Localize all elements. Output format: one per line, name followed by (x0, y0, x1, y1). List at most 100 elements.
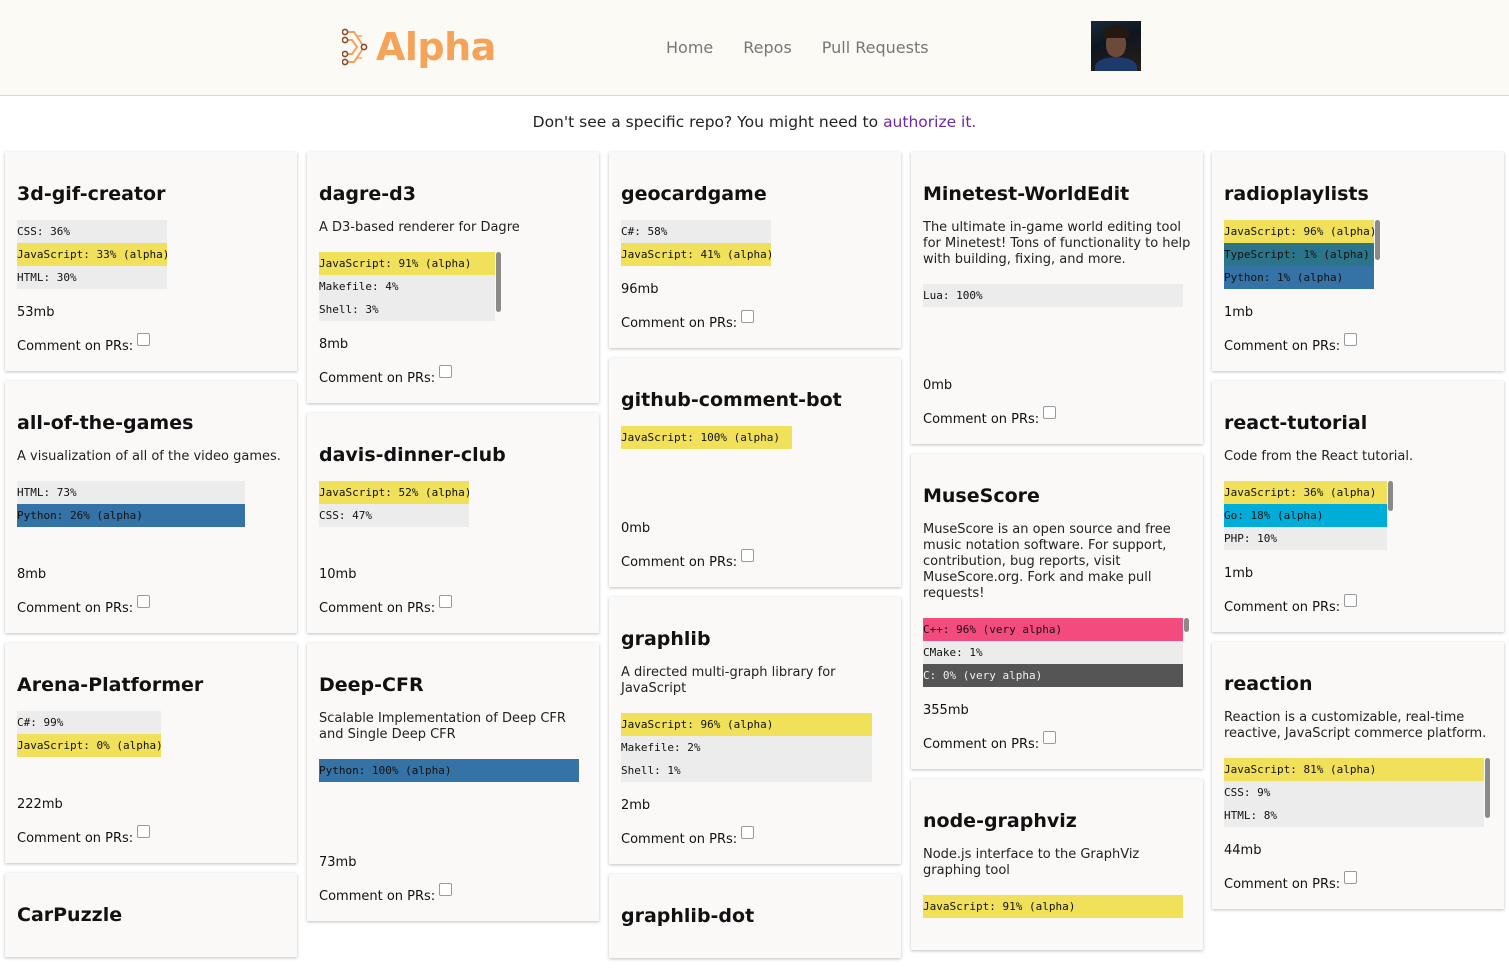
comment-on-prs-checkbox[interactable] (1043, 731, 1057, 744)
comment-on-prs-checkbox[interactable] (439, 883, 453, 896)
repo-name[interactable]: CarPuzzle (17, 903, 285, 927)
repo-description: A D3-based renderer for Dagre (319, 220, 520, 235)
repo-size: 1mb (1224, 566, 1254, 581)
language-bar: JavaScript: 52% (alpha) (319, 481, 471, 504)
repo-name[interactable]: all-of-the-games (17, 411, 285, 435)
language-list: Python: 100% (alpha) (319, 759, 579, 782)
repo-name[interactable]: MuseScore (923, 484, 1191, 508)
language-bar: JavaScript: 91% (alpha) (319, 252, 495, 275)
language-bar: JavaScript: 96% (alpha) (1224, 220, 1376, 243)
repo-description: The ultimate in-game world editing tool … (923, 220, 1191, 267)
language-list: HTML: 73% Python: 26% (alpha) (17, 481, 245, 527)
language-list: JavaScript: 36% (alpha) Go: 18% (alpha) PH… (1224, 481, 1393, 550)
language-bar: Go: 18% (alpha) (1224, 504, 1387, 527)
repo-description: Code from the React tutorial. (1224, 449, 1414, 464)
comment-on-prs-label: Comment on PRs: (621, 555, 738, 570)
comment-on-prs-checkbox[interactable] (741, 549, 755, 562)
repo-size: 0mb (621, 521, 651, 536)
comment-on-prs-checkbox[interactable] (1344, 594, 1358, 607)
repo-size: 73mb (319, 855, 357, 870)
language-bar: CSS: 9% (1224, 781, 1484, 804)
comment-on-prs-checkbox[interactable] (1344, 333, 1358, 346)
language-list: C++: 96% (very alpha) CMake: 1% C: 0% (ver… (923, 618, 1189, 687)
repo-name[interactable]: react-tutorial (1224, 411, 1492, 435)
card-spacer (17, 543, 285, 567)
language-bar: CSS: 47% (319, 504, 469, 527)
language-bar: C#: 58% (621, 220, 771, 243)
language-scrollbar[interactable] (1388, 481, 1393, 511)
language-bar: HTML: 30% (17, 266, 167, 289)
repo-card: dagre-d3 A D3-based renderer for Dagre Jav… (307, 152, 599, 403)
repo-card: react-tutorial Code from the React tutori… (1212, 381, 1504, 632)
repo-name[interactable]: geocardgame (621, 182, 889, 206)
comment-on-prs-checkbox[interactable] (137, 825, 151, 838)
repo-name[interactable]: graphlib (621, 627, 889, 651)
language-bar: CSS: 36% (17, 220, 167, 243)
language-list: JavaScript: 52% (alpha) CSS: 47% (319, 481, 471, 527)
avatar-hair (1103, 26, 1129, 38)
comment-on-prs-checkbox[interactable] (741, 826, 755, 839)
repo-card: graphlib A directed multi-graph library f… (609, 597, 901, 864)
repo-name[interactable]: davis-dinner-club (319, 443, 587, 467)
repo-name[interactable]: github-comment-bot (621, 388, 889, 412)
repo-column: radioplaylists JavaScript: 96% (alpha) Typ… (1212, 152, 1504, 919)
comment-on-prs: Comment on PRs: (923, 406, 1191, 428)
language-bar: JavaScript: 91% (alpha) (923, 895, 1183, 918)
language-bar: Makefile: 2% (621, 736, 872, 759)
card-spacer (319, 543, 587, 567)
repo-card: CarPuzzle (5, 873, 297, 957)
language-bar: JavaScript: 96% (alpha) (621, 713, 872, 736)
repo-card: Minetest-WorldEdit The ultimate in-game w… (911, 152, 1203, 444)
language-bar: Python: 100% (alpha) (319, 759, 579, 782)
repo-size: 53mb (17, 305, 55, 320)
language-bar: CMake: 1% (923, 641, 1183, 664)
language-scrollbar[interactable] (1485, 758, 1490, 818)
comment-on-prs-checkbox[interactable] (1344, 871, 1358, 884)
repo-card: github-comment-bot JavaScript: 100% (alph… (609, 358, 901, 587)
repo-card: reaction Reaction is a customizable, real… (1212, 642, 1504, 909)
repo-name[interactable]: node-graphviz (923, 809, 1191, 833)
repo-name[interactable]: reaction (1224, 672, 1492, 696)
nav-home[interactable]: Home (666, 38, 713, 58)
language-scrollbar[interactable] (1184, 618, 1189, 632)
repo-name[interactable]: Minetest-WorldEdit (923, 182, 1191, 206)
repo-name[interactable]: 3d-gif-creator (17, 182, 285, 206)
repo-size: 8mb (17, 567, 47, 582)
language-bar: JavaScript: 81% (alpha) (1224, 758, 1484, 781)
repo-card: MuseScore MuseScore is an open source and… (911, 454, 1203, 769)
repo-name[interactable]: Arena-Platformer (17, 673, 285, 697)
repo-card: davis-dinner-club JavaScript: 52% (alpha)… (307, 413, 599, 633)
language-scrollbar[interactable] (496, 252, 501, 312)
nav-repos[interactable]: Repos (743, 38, 792, 58)
comment-on-prs-checkbox[interactable] (741, 310, 755, 323)
language-bar: JavaScript: 33% (alpha) (17, 243, 169, 266)
authorize-link[interactable]: authorize it. (883, 113, 976, 131)
comment-on-prs: Comment on PRs: (319, 883, 587, 905)
language-list: Lua: 100% (923, 284, 1183, 307)
logo[interactable]: Alpha (342, 24, 496, 70)
repo-name[interactable]: radioplaylists (1224, 182, 1492, 206)
language-bar: Makefile: 4% (319, 275, 495, 298)
comment-on-prs-checkbox[interactable] (137, 595, 151, 608)
comment-on-prs-checkbox[interactable] (1043, 406, 1057, 419)
comment-on-prs-label: Comment on PRs: (17, 339, 134, 354)
comment-on-prs-checkbox[interactable] (137, 333, 151, 346)
authorize-notice: Don't see a specific repo? You might nee… (0, 113, 1509, 131)
comment-on-prs-label: Comment on PRs: (621, 832, 738, 847)
repo-card: geocardgame C#: 58% JavaScript: 41% (alpha… (609, 152, 901, 348)
comment-on-prs-label: Comment on PRs: (621, 316, 738, 331)
user-avatar[interactable] (1091, 21, 1141, 71)
nav-pull-requests[interactable]: Pull Requests (822, 38, 929, 58)
comment-on-prs-checkbox[interactable] (439, 365, 453, 378)
repo-description: A directed multi-graph library for JavaS… (621, 665, 836, 696)
comment-on-prs-checkbox[interactable] (439, 595, 453, 608)
repo-size: 8mb (319, 337, 349, 352)
repo-name[interactable]: dagre-d3 (319, 182, 587, 206)
language-list: CSS: 36% JavaScript: 33% (alpha) HTML: 30% (17, 220, 169, 289)
main-nav: Home Repos Pull Requests (666, 38, 959, 58)
repo-name[interactable]: Deep-CFR (319, 673, 587, 697)
repo-name[interactable]: graphlib-dot (621, 904, 889, 928)
comment-on-prs-label: Comment on PRs: (1224, 600, 1341, 615)
repo-size: 10mb (319, 567, 357, 582)
language-scrollbar[interactable] (1375, 220, 1380, 260)
